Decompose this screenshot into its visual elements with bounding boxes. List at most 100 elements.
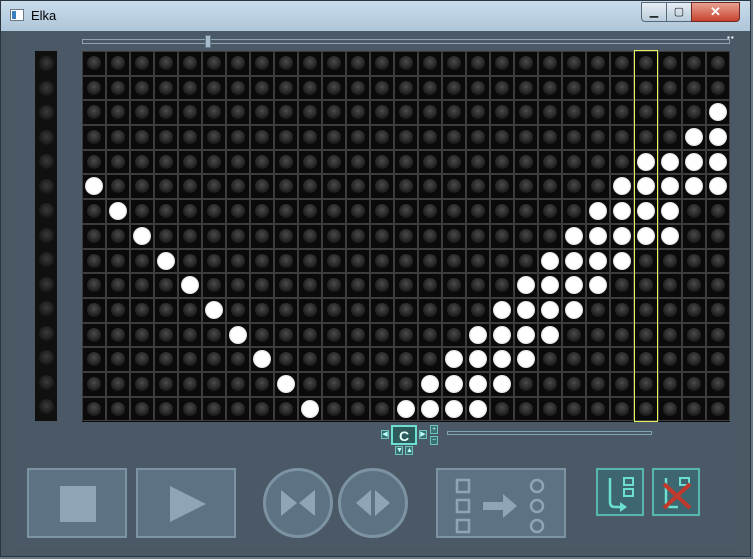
collapse-button[interactable] xyxy=(263,468,333,538)
grid-cell[interactable] xyxy=(562,248,586,274)
grid-cell[interactable] xyxy=(610,396,634,422)
grid-cell[interactable] xyxy=(370,248,394,274)
grid-cell[interactable] xyxy=(514,174,538,200)
grid-cell[interactable] xyxy=(106,199,130,224)
grid-cell[interactable] xyxy=(106,75,130,101)
grid-cell[interactable] xyxy=(586,371,610,397)
grid-cell[interactable] xyxy=(562,174,586,200)
grid-cell[interactable] xyxy=(490,273,514,298)
grid-cell[interactable] xyxy=(298,248,322,274)
grid-cell[interactable] xyxy=(634,149,658,175)
grid-cell[interactable] xyxy=(394,396,418,422)
grid-cell[interactable] xyxy=(466,322,490,348)
grid-cell[interactable] xyxy=(202,75,226,101)
grid-cell[interactable] xyxy=(226,322,250,348)
grid-cell[interactable] xyxy=(154,223,178,249)
grid-cell[interactable] xyxy=(346,149,370,175)
grid-cell[interactable] xyxy=(370,396,394,422)
grid-cell[interactable] xyxy=(514,75,538,101)
grid-cell[interactable] xyxy=(706,248,730,274)
grid-cell[interactable] xyxy=(178,149,202,175)
grid-cell[interactable] xyxy=(490,174,514,200)
grid-cell[interactable] xyxy=(82,100,106,126)
grid-cell[interactable] xyxy=(682,248,706,274)
grid-cell[interactable] xyxy=(274,297,298,323)
grid-cell[interactable] xyxy=(394,371,418,397)
note-right-arrow-icon[interactable]: ▶ xyxy=(419,430,427,439)
grid-cell[interactable] xyxy=(226,396,250,422)
grid-cell[interactable] xyxy=(130,199,154,224)
grid-cell[interactable] xyxy=(706,273,730,298)
grid-cell[interactable] xyxy=(586,273,610,298)
grid-cell[interactable] xyxy=(178,51,202,76)
grid-cell[interactable] xyxy=(298,75,322,101)
grid-cell[interactable] xyxy=(226,248,250,274)
grid-cell[interactable] xyxy=(562,223,586,249)
grid-cell[interactable] xyxy=(370,174,394,200)
grid-cell[interactable] xyxy=(418,223,442,249)
grid-cell[interactable] xyxy=(226,297,250,323)
grid-cell[interactable] xyxy=(706,347,730,372)
grid-cell[interactable] xyxy=(514,248,538,274)
grid-cell[interactable] xyxy=(538,396,562,422)
grid-cell[interactable] xyxy=(466,273,490,298)
grid-cell[interactable] xyxy=(346,273,370,298)
grid-cell[interactable] xyxy=(466,174,490,200)
grid-cell[interactable] xyxy=(682,297,706,323)
grid-cell[interactable] xyxy=(418,125,442,150)
grid-cell[interactable] xyxy=(634,100,658,126)
grid-cell[interactable] xyxy=(322,322,346,348)
grid-cell[interactable] xyxy=(490,371,514,397)
grid-cell[interactable] xyxy=(418,297,442,323)
cancel-button[interactable] xyxy=(652,468,700,516)
grid-cell[interactable] xyxy=(538,125,562,150)
grid-cell[interactable] xyxy=(514,51,538,76)
grid-cell[interactable] xyxy=(586,75,610,101)
grid-cell[interactable] xyxy=(418,149,442,175)
grid-cell[interactable] xyxy=(442,125,466,150)
grid-cell[interactable] xyxy=(298,223,322,249)
grid-cell[interactable] xyxy=(706,125,730,150)
grid-cell[interactable] xyxy=(610,273,634,298)
grid-cell[interactable] xyxy=(322,149,346,175)
grid-cell[interactable] xyxy=(610,125,634,150)
grid-cell[interactable] xyxy=(226,223,250,249)
grid-cell[interactable] xyxy=(346,75,370,101)
grid-cell[interactable] xyxy=(298,297,322,323)
grid-cell[interactable] xyxy=(226,174,250,200)
grid-cell[interactable] xyxy=(274,149,298,175)
grid-cell[interactable] xyxy=(202,174,226,200)
grid-cell[interactable] xyxy=(82,347,106,372)
grid-cell[interactable] xyxy=(706,174,730,200)
grid-cell[interactable] xyxy=(274,248,298,274)
grid-cell[interactable] xyxy=(514,347,538,372)
grid-cell[interactable] xyxy=(562,396,586,422)
grid-cell[interactable] xyxy=(634,125,658,150)
grid-cell[interactable] xyxy=(658,396,682,422)
grid-cell[interactable] xyxy=(202,248,226,274)
grid-cell[interactable] xyxy=(706,322,730,348)
grid-cell[interactable] xyxy=(586,174,610,200)
grid-cell[interactable] xyxy=(250,297,274,323)
note-value[interactable]: C xyxy=(391,425,417,445)
grid-cell[interactable] xyxy=(658,149,682,175)
grid-cell[interactable] xyxy=(346,174,370,200)
grid-cell[interactable] xyxy=(442,75,466,101)
grid-cell[interactable] xyxy=(538,174,562,200)
grid-cell[interactable] xyxy=(394,125,418,150)
grid-cell[interactable] xyxy=(514,125,538,150)
grid-cell[interactable] xyxy=(250,125,274,150)
grid-cell[interactable] xyxy=(82,223,106,249)
grid-cell[interactable] xyxy=(394,75,418,101)
grid-cell[interactable] xyxy=(442,248,466,274)
grid-cell[interactable] xyxy=(562,199,586,224)
grid-cell[interactable] xyxy=(562,75,586,101)
grid-cell[interactable] xyxy=(658,347,682,372)
grid-cell[interactable] xyxy=(394,174,418,200)
grid-cell[interactable] xyxy=(346,100,370,126)
grid-cell[interactable] xyxy=(610,371,634,397)
grid-cell[interactable] xyxy=(562,125,586,150)
grid-cell[interactable] xyxy=(706,371,730,397)
grid-cell[interactable] xyxy=(466,297,490,323)
grid-cell[interactable] xyxy=(562,371,586,397)
